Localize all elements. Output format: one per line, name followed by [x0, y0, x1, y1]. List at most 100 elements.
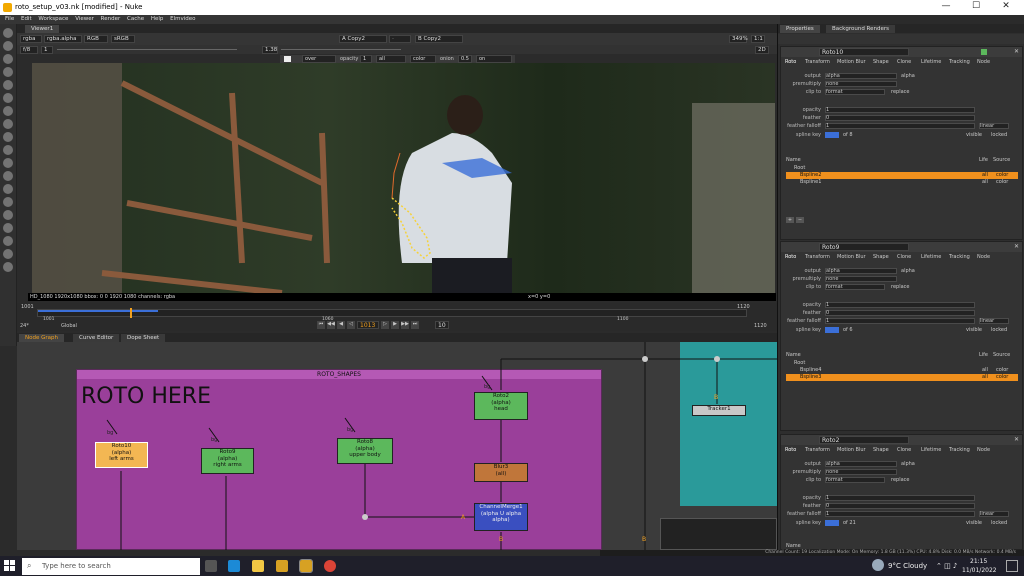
- timeline-scrubber[interactable]: [37, 308, 747, 318]
- ptab-roto[interactable]: Roto: [785, 254, 796, 260]
- keyer-tool-icon[interactable]: [3, 106, 13, 116]
- play-forward-button[interactable]: ▷: [381, 321, 389, 329]
- spline-key-field[interactable]: [825, 327, 839, 333]
- menu-elmvideo[interactable]: Elmvideo: [170, 16, 195, 22]
- next-keyframe-button[interactable]: ▶▶: [401, 321, 409, 329]
- menu-workspace[interactable]: Workspace: [38, 16, 68, 22]
- tab-dope-sheet[interactable]: Dope Sheet: [121, 334, 166, 342]
- opacity-slider[interactable]: 1: [825, 495, 975, 501]
- spline-key-field[interactable]: [825, 520, 839, 526]
- close-panel-icon[interactable]: ✕: [1014, 436, 1019, 443]
- maximize-button[interactable]: ☐: [962, 1, 990, 14]
- ptab-shape[interactable]: Shape: [873, 447, 889, 453]
- tab-properties[interactable]: Properties: [780, 25, 820, 33]
- views-tool-icon[interactable]: [3, 158, 13, 168]
- step-forward-button[interactable]: ▶: [391, 321, 399, 329]
- menu-edit[interactable]: Edit: [21, 16, 32, 22]
- falloff-slider[interactable]: 1: [825, 123, 975, 129]
- gamma-slider[interactable]: [281, 49, 401, 50]
- alpha-checkbox[interactable]: alpha: [901, 268, 915, 274]
- ptab-motion-blur[interactable]: Motion Blur: [837, 59, 866, 65]
- feather-slider[interactable]: 0: [825, 115, 975, 121]
- plugin-tool-icon[interactable]: [3, 262, 13, 272]
- minimize-button[interactable]: —: [932, 1, 960, 14]
- opacity-slider[interactable]: 1: [825, 107, 975, 113]
- color-tool-icon[interactable]: [3, 80, 13, 90]
- ptab-transform[interactable]: Transform: [805, 254, 830, 260]
- node-tracker1[interactable]: Tracker1: [692, 405, 746, 416]
- ptab-node[interactable]: Node: [977, 59, 990, 65]
- ptab-node[interactable]: Node: [977, 447, 990, 453]
- feather-slider[interactable]: 0: [825, 310, 975, 316]
- tab-background-renders[interactable]: Background Renders: [826, 25, 896, 33]
- visible-checkbox[interactable]: visible: [966, 520, 982, 526]
- falloff-slider[interactable]: 1: [825, 511, 975, 517]
- ptab-node[interactable]: Node: [977, 254, 990, 260]
- tab-curve-editor[interactable]: Curve Editor: [73, 334, 120, 342]
- other-tool-icon[interactable]: [3, 197, 13, 207]
- clock-time[interactable]: 21:15: [970, 558, 987, 565]
- goto-start-button[interactable]: ⏮: [317, 321, 325, 329]
- layer-row-root[interactable]: Root: [786, 165, 1018, 172]
- gizmo-tool-icon[interactable]: [3, 249, 13, 259]
- ptab-clone[interactable]: Clone: [897, 447, 911, 453]
- zoom-field[interactable]: 349%: [729, 35, 748, 43]
- falloff-type-dropdown[interactable]: linear: [979, 123, 1009, 129]
- image-tool-icon[interactable]: [3, 28, 13, 38]
- nuke-active-taskbar-icon[interactable]: [299, 559, 313, 573]
- replace-checkbox[interactable]: replace: [891, 284, 909, 290]
- alpha-checkbox[interactable]: alpha: [901, 461, 915, 467]
- metadata-tool-icon[interactable]: [3, 171, 13, 181]
- ptab-shape[interactable]: Shape: [873, 59, 889, 65]
- node-name-field[interactable]: Roto2: [819, 436, 909, 444]
- ptab-tracking[interactable]: Tracking: [949, 447, 970, 453]
- node-blur3[interactable]: Blur3 (all): [474, 463, 528, 482]
- falloff-slider[interactable]: 1: [825, 318, 975, 324]
- play-backward-button[interactable]: ◁: [347, 321, 355, 329]
- merge-tool-icon[interactable]: [3, 119, 13, 129]
- visible-checkbox[interactable]: visible: [966, 327, 982, 333]
- cara-tool-icon[interactable]: [3, 236, 13, 246]
- menu-file[interactable]: File: [5, 16, 14, 22]
- weather-text[interactable]: 9°C Cloudy: [888, 562, 927, 570]
- proxy-field[interactable]: 2D: [755, 46, 769, 54]
- ptab-shape[interactable]: Shape: [873, 254, 889, 260]
- node-channelmerge1[interactable]: ChannelMerge1 (alpha U alpha alpha): [474, 503, 528, 531]
- increment-field[interactable]: 10: [435, 321, 449, 329]
- ptab-roto[interactable]: Roto: [785, 59, 796, 65]
- ptab-tracking[interactable]: Tracking: [949, 59, 970, 65]
- 3d-tool-icon[interactable]: [3, 145, 13, 155]
- ptab-tracking[interactable]: Tracking: [949, 254, 970, 260]
- ptab-transform[interactable]: Transform: [805, 59, 830, 65]
- clip-dropdown[interactable]: format: [825, 477, 885, 483]
- overlay-toggle[interactable]: [284, 56, 291, 62]
- gain-slider[interactable]: [57, 49, 237, 50]
- menu-cache[interactable]: Cache: [127, 16, 144, 22]
- proxy-ratio-field[interactable]: 1:1: [751, 35, 765, 43]
- locked-checkbox[interactable]: locked: [991, 520, 1007, 526]
- node-roto10[interactable]: Roto10 (alpha) left arms: [95, 442, 148, 468]
- alpha-checkbox[interactable]: alpha: [901, 73, 915, 79]
- output-dropdown[interactable]: alpha: [825, 73, 897, 79]
- prev-keyframe-button[interactable]: ◀◀: [327, 321, 335, 329]
- draw-tool-icon[interactable]: [3, 41, 13, 51]
- clock-date[interactable]: 11/01/2022: [962, 567, 997, 574]
- nuke-taskbar-icon[interactable]: [276, 560, 288, 572]
- ptab-motion-blur[interactable]: Motion Blur: [837, 254, 866, 260]
- gamma-field[interactable]: 1.38: [262, 46, 278, 54]
- menu-render[interactable]: Render: [101, 16, 121, 22]
- ptab-lifetime[interactable]: Lifetime: [921, 59, 941, 65]
- replace-checkbox[interactable]: replace: [891, 477, 909, 483]
- windows-start-icon[interactable]: [4, 560, 16, 572]
- premult-dropdown[interactable]: none: [825, 276, 897, 282]
- close-button[interactable]: ✕: [992, 1, 1020, 14]
- channel-tool-icon[interactable]: [3, 67, 13, 77]
- tab-node-graph[interactable]: Node Graph: [19, 334, 64, 342]
- toolsets-tool-icon[interactable]: [3, 184, 13, 194]
- close-panel-icon[interactable]: ✕: [1014, 48, 1019, 55]
- notifications-icon[interactable]: [1006, 560, 1018, 572]
- feather-slider[interactable]: 0: [825, 503, 975, 509]
- ptab-clone[interactable]: Clone: [897, 254, 911, 260]
- node-roto9[interactable]: Roto9 (alpha) right arms: [201, 448, 254, 474]
- menu-viewer[interactable]: Viewer: [75, 16, 94, 22]
